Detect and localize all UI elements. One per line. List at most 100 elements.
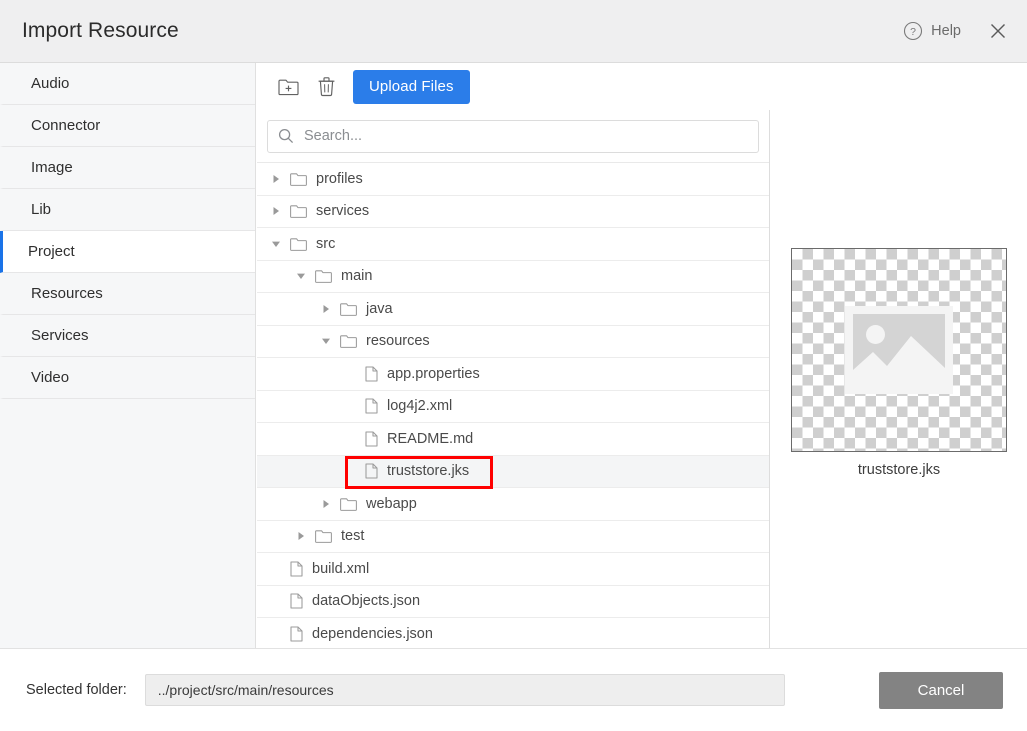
file-tree: profiles services srcmain java resources app.… [257, 163, 769, 648]
category-sidebar: Audio Connector Image Lib Project Resources Se… [0, 63, 256, 648]
chevron-right-icon[interactable] [269, 204, 283, 218]
preview-thumbnail [791, 248, 1007, 452]
sidebar-item-label: Connector [31, 117, 100, 134]
dialog-header: Import Resource ? Help [0, 0, 1027, 63]
close-button[interactable] [987, 20, 1009, 42]
sidebar-item-label: Project [28, 243, 75, 260]
folder-icon [340, 302, 357, 316]
folder-icon [340, 334, 357, 348]
chevron-right-icon[interactable] [319, 497, 333, 511]
folder-icon [315, 269, 332, 283]
header-actions: ? Help [903, 20, 1027, 42]
tree-row-label: dependencies.json [312, 626, 433, 642]
folder-icon [290, 172, 307, 186]
help-label: Help [931, 23, 961, 39]
file-icon [365, 398, 378, 414]
search-row [257, 110, 769, 163]
tree-row[interactable]: truststore.jks [257, 456, 769, 489]
sidebar-item-label: Lib [31, 201, 51, 218]
sidebar-item-label: Services [31, 327, 89, 344]
svg-text:?: ? [910, 26, 916, 38]
chevron-down-icon[interactable] [269, 237, 283, 251]
sidebar-item-project[interactable]: Project [0, 231, 255, 273]
sidebar-item-label: Resources [31, 285, 103, 302]
new-folder-icon [278, 77, 299, 96]
preview-filename: truststore.jks [771, 462, 1027, 478]
tree-row[interactable]: app.properties [257, 358, 769, 391]
cancel-button[interactable]: Cancel [879, 672, 1003, 709]
selected-folder-label: Selected folder: [26, 682, 127, 698]
tree-row[interactable]: java [257, 293, 769, 326]
tree-row[interactable]: src [257, 228, 769, 261]
file-icon [290, 561, 303, 577]
chevron-down-icon[interactable] [294, 269, 308, 283]
file-icon [365, 463, 378, 479]
tree-row-label: truststore.jks [387, 463, 469, 479]
tree-row-label: main [341, 268, 372, 284]
chevron-right-icon[interactable] [294, 529, 308, 543]
tree-row[interactable]: dataObjects.json [257, 586, 769, 619]
tree-row-label: webapp [366, 496, 417, 512]
tree-row-label: build.xml [312, 561, 369, 577]
sidebar-item-lib[interactable]: Lib [0, 189, 255, 231]
question-circle-icon: ? [903, 21, 923, 41]
sidebar-item-label: Video [31, 369, 69, 386]
tree-row[interactable]: resources [257, 326, 769, 359]
sidebar-item-resources[interactable]: Resources [0, 273, 255, 315]
chevron-right-icon[interactable] [269, 172, 283, 186]
tree-row-label: app.properties [387, 366, 480, 382]
tree-row-label: test [341, 528, 364, 544]
tree-row[interactable]: test [257, 521, 769, 554]
delete-button[interactable] [307, 70, 345, 104]
sidebar-item-video[interactable]: Video [0, 357, 255, 399]
file-icon [290, 626, 303, 642]
page-title: Import Resource [22, 19, 179, 43]
tree-row-label: java [366, 301, 393, 317]
search-icon [278, 128, 294, 144]
folder-icon [340, 497, 357, 511]
tree-row-label: services [316, 203, 369, 219]
tree-row-label: resources [366, 333, 430, 349]
tree-row[interactable]: README.md [257, 423, 769, 456]
chevron-down-icon[interactable] [319, 334, 333, 348]
import-resource-dialog: Import Resource ? Help AudioConnectorIma [0, 0, 1027, 731]
sidebar-item-connector[interactable]: Connector [0, 105, 255, 147]
tree-row[interactable]: webapp [257, 488, 769, 521]
tree-row[interactable]: dependencies.json [257, 618, 769, 648]
file-icon [365, 431, 378, 447]
file-browser-panel: profiles services srcmain java resources app.… [257, 110, 770, 648]
file-icon [365, 366, 378, 382]
sidebar-item-label: Audio [31, 75, 69, 92]
folder-icon [315, 529, 332, 543]
tree-row-label: dataObjects.json [312, 593, 420, 609]
folder-icon [290, 237, 307, 251]
close-icon [988, 21, 1008, 41]
search-box[interactable] [267, 120, 759, 153]
sidebar-item-services[interactable]: Services [0, 315, 255, 357]
tree-row[interactable]: log4j2.xml [257, 391, 769, 424]
file-toolbar: Upload Files [257, 63, 1027, 110]
file-icon [290, 593, 303, 609]
sidebar-item-label: Image [31, 159, 73, 176]
search-input[interactable] [302, 121, 758, 152]
sidebar-item-audio[interactable]: Audio [0, 63, 255, 105]
tree-row[interactable]: main [257, 261, 769, 294]
upload-files-button[interactable]: Upload Files [353, 70, 470, 104]
preview-panel: truststore.jks [771, 110, 1027, 648]
tree-row-label: profiles [316, 171, 363, 187]
help-button[interactable]: ? Help [903, 21, 961, 41]
trash-icon [317, 76, 336, 97]
tree-row-label: README.md [387, 431, 473, 447]
sidebar-item-image[interactable]: Image [0, 147, 255, 189]
selected-folder-field[interactable]: ../project/src/main/resources [145, 674, 785, 706]
image-placeholder-icon [845, 306, 953, 394]
chevron-right-icon[interactable] [319, 302, 333, 316]
tree-row[interactable]: build.xml [257, 553, 769, 586]
dialog-footer: Selected folder: ../project/src/main/res… [0, 648, 1027, 731]
new-folder-button[interactable] [269, 70, 307, 104]
tree-row-label: log4j2.xml [387, 398, 452, 414]
tree-row-label: src [316, 236, 335, 252]
tree-row[interactable]: profiles [257, 163, 769, 196]
tree-row[interactable]: services [257, 196, 769, 229]
folder-icon [290, 204, 307, 218]
